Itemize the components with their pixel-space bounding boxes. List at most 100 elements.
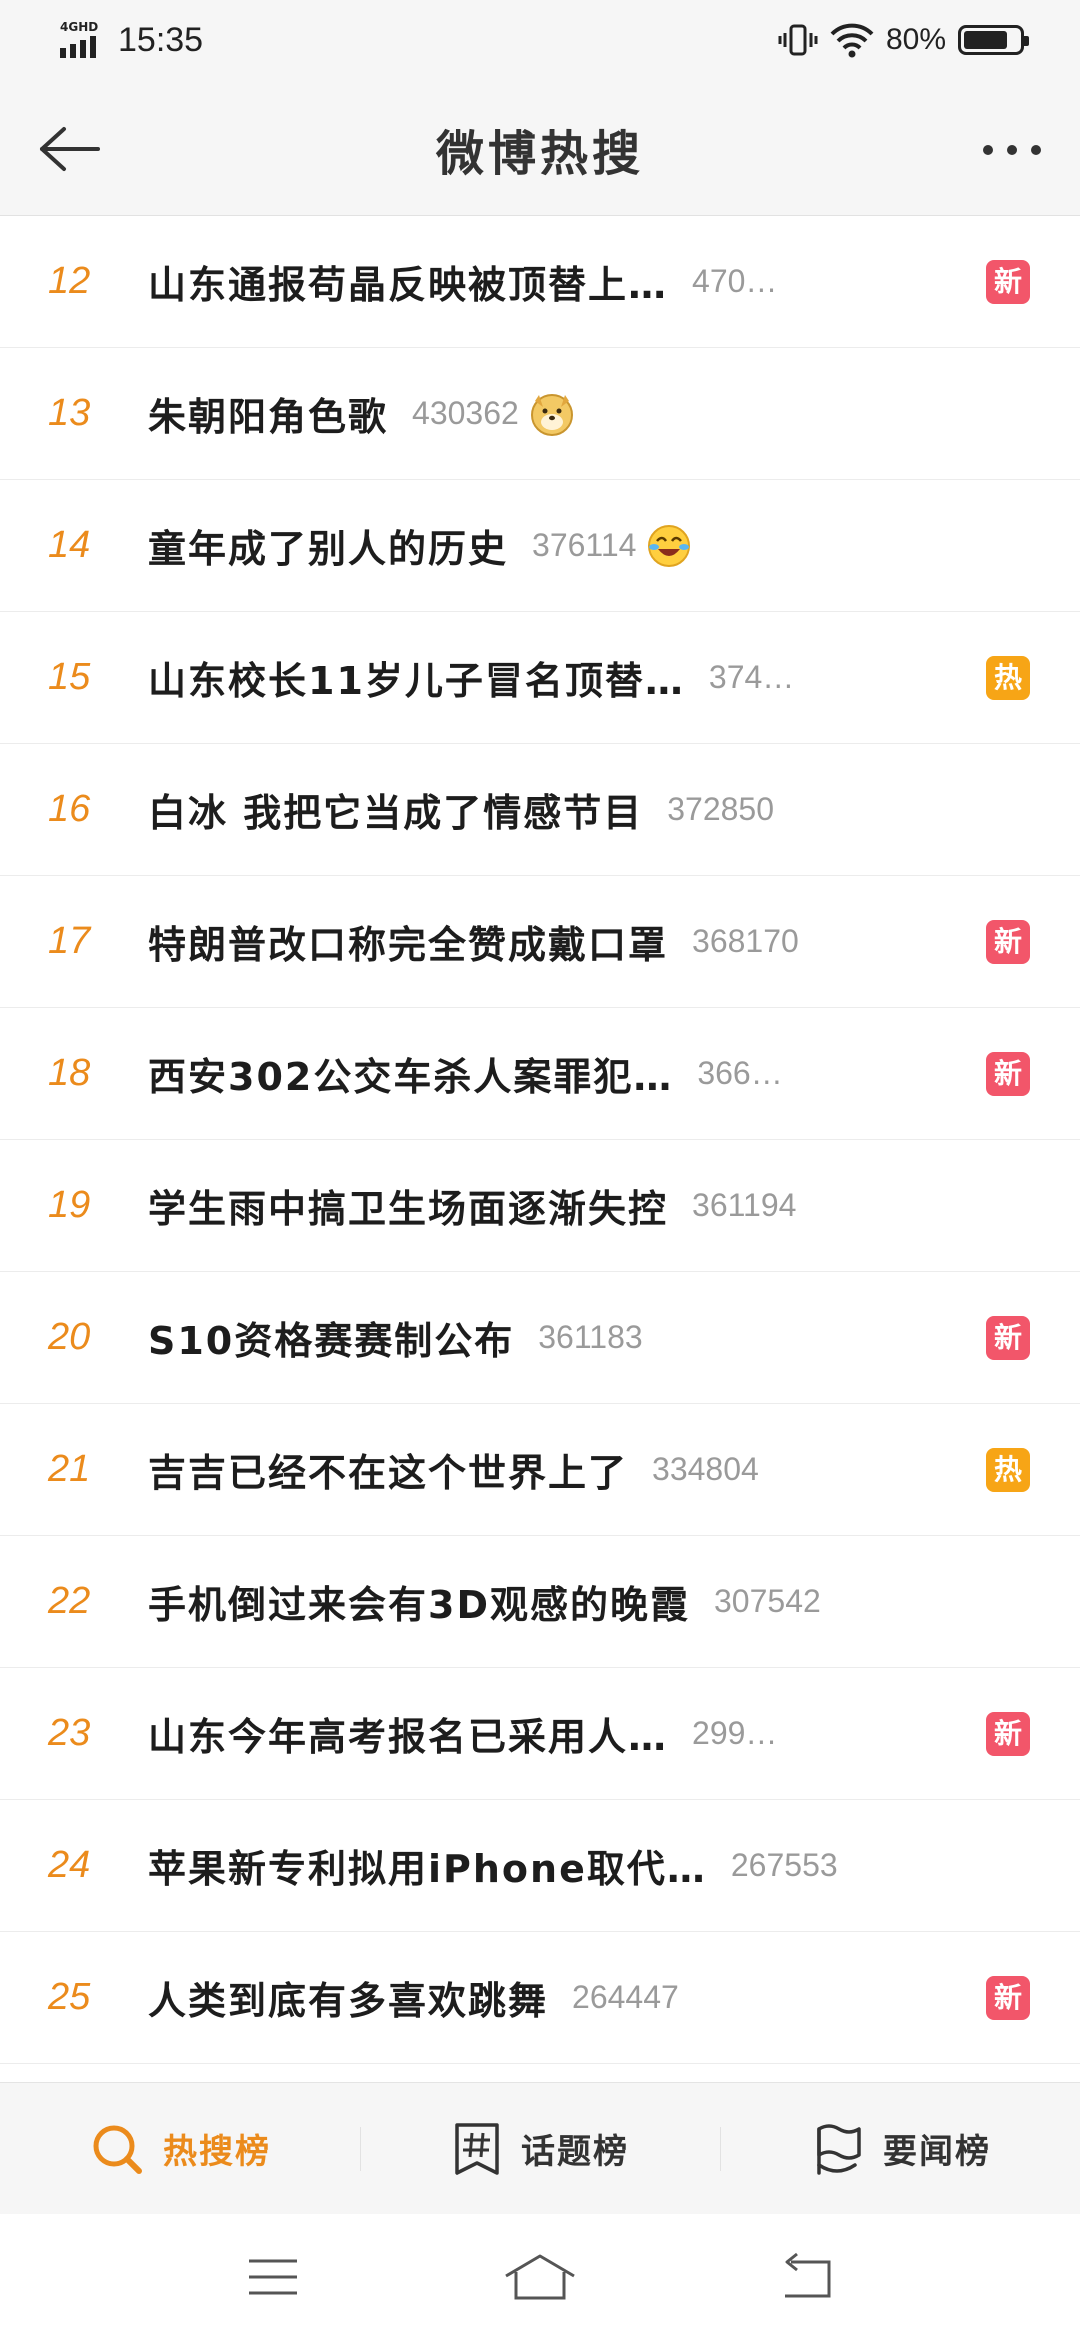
- search-count: 264447: [572, 1979, 679, 2015]
- topic-title: S10资格赛赛制公布: [148, 1319, 515, 1363]
- search-count: 267553: [730, 1847, 838, 1883]
- row-body: 童年成了别人的历史 376114: [148, 480, 1040, 611]
- hot-badge: 热: [986, 1447, 1030, 1492]
- row-body: 吉吉已经不在这个世界上了 334804: [148, 1404, 1040, 1535]
- tab-label: 要闻榜: [883, 2132, 991, 2172]
- hot-search-row[interactable]: 15 山东校长11岁儿子冒名顶替… 374… 热: [0, 612, 1080, 744]
- more-button[interactable]: [972, 118, 1052, 182]
- search-count: 374…: [708, 659, 795, 695]
- search-count: 366…: [697, 1055, 783, 1091]
- search-count: 368170: [692, 923, 799, 959]
- hot-search-row[interactable]: 12 山东通报苟晶反映被顶替上… 470… 新: [0, 216, 1080, 348]
- signal-icon: 4GHD: [58, 20, 106, 60]
- hot-search-row[interactable]: 25 人类到底有多喜欢跳舞 264447 新: [0, 1932, 1080, 2064]
- vibrate-icon: [778, 24, 818, 56]
- rank-number: 12: [48, 260, 91, 302]
- rank-number: 14: [48, 524, 91, 566]
- topic-title: 学生雨中搞卫生场面逐渐失控: [148, 1187, 669, 1231]
- hot-search-row[interactable]: 24 苹果新专利拟用iPhone取代… 267553: [0, 1800, 1080, 1932]
- hot-search-row[interactable]: 13 朱朝阳角色歌 430362: [0, 348, 1080, 480]
- search-count: 361183: [538, 1319, 643, 1355]
- topic-title: 手机倒过来会有3D观感的晚霞: [148, 1583, 690, 1627]
- row-body: 特朗普改口称完全赞成戴口罩 368170: [148, 876, 1040, 1007]
- new-badge: 新: [986, 1315, 1030, 1360]
- topic-title: 山东通报苟晶反映被顶替上…: [148, 263, 669, 307]
- more-dots-icon: [983, 145, 1041, 155]
- rank-number: 23: [48, 1712, 91, 1754]
- hot-search-row[interactable]: 20 S10资格赛赛制公布 361183 新: [0, 1272, 1080, 1404]
- rank-number: 17: [48, 920, 91, 962]
- row-body: 苹果新专利拟用iPhone取代… 267553: [148, 1800, 1040, 1931]
- hot-search-row[interactable]: 19 学生雨中搞卫生场面逐渐失控 361194: [0, 1140, 1080, 1272]
- status-right: 80%: [778, 18, 1029, 62]
- search-count: 430362: [412, 395, 519, 431]
- home-icon: [505, 2254, 575, 2300]
- search-count: 307542: [714, 1583, 821, 1619]
- rank-number: 21: [48, 1448, 91, 1490]
- hot-search-row[interactable]: 18 西安302公交车杀人案罪犯… 366… 新: [0, 1008, 1080, 1140]
- row-body: 白冰 我把它当成了情感节目 372850: [148, 744, 1040, 875]
- doge-emoji: [530, 393, 573, 436]
- home-button[interactable]: [490, 2237, 590, 2317]
- wifi-icon: [830, 23, 874, 58]
- app-header: 微博热搜: [0, 80, 1080, 216]
- row-body: 山东校长11岁儿子冒名顶替… 374…: [148, 612, 1040, 743]
- rank-number: 22: [48, 1580, 91, 1622]
- hot-search-row[interactable]: 21 吉吉已经不在这个世界上了 334804 热: [0, 1404, 1080, 1536]
- signal-bars: [60, 36, 100, 58]
- search-count: 372850: [667, 791, 775, 827]
- battery-icon: [958, 25, 1029, 55]
- battery-percent: 80%: [885, 23, 946, 56]
- topic-title: 特朗普改口称完全赞成戴口罩: [148, 923, 669, 967]
- new-badge: 新: [986, 919, 1030, 964]
- search-count: 376114: [532, 527, 637, 563]
- status-time: 15:35: [118, 20, 204, 59]
- flag-icon: [817, 2123, 861, 2175]
- rank-number: 20: [48, 1316, 91, 1358]
- topic-title: 山东今年高考报名已采用人…: [148, 1715, 669, 1759]
- hashtag-icon: [455, 2122, 499, 2175]
- battery-fill: [964, 31, 1008, 49]
- rank-number: 24: [48, 1844, 91, 1886]
- status-left: 4GHD 15:35: [58, 18, 203, 62]
- menu-button[interactable]: [223, 2237, 323, 2317]
- menu-icon: [249, 2259, 298, 2295]
- hot-search-row[interactable]: 22 手机倒过来会有3D观感的晚霞 307542: [0, 1536, 1080, 1668]
- row-body: 手机倒过来会有3D观感的晚霞 307542: [148, 1536, 1040, 1667]
- topic-title: 吉吉已经不在这个世界上了: [148, 1451, 629, 1495]
- back-nav-button[interactable]: [757, 2237, 857, 2317]
- bottom-tab-bar: 热搜榜 话题榜 要闻榜: [0, 2082, 1080, 2214]
- row-body: 山东今年高考报名已采用人… 299…: [148, 1668, 1040, 1799]
- hot-search-row[interactable]: 23 山东今年高考报名已采用人… 299… 新: [0, 1668, 1080, 1800]
- page-title: 微博热搜: [435, 126, 644, 182]
- rank-number: 13: [48, 392, 91, 434]
- search-count: 334804: [652, 1451, 759, 1487]
- new-badge: 新: [986, 1975, 1030, 2020]
- row-body: 人类到底有多喜欢跳舞 264447: [148, 1932, 1040, 2063]
- system-nav-bar: [0, 2214, 1080, 2340]
- row-body: 朱朝阳角色歌 430362: [148, 348, 1040, 479]
- row-body: 学生雨中搞卫生场面逐渐失控 361194: [148, 1140, 1040, 1271]
- search-count: 299…: [692, 1715, 778, 1751]
- tab-hot-search[interactable]: 热搜榜: [0, 2083, 360, 2214]
- row-body: 山东通报苟晶反映被顶替上… 470…: [148, 216, 1040, 347]
- topic-title: 人类到底有多喜欢跳舞: [148, 1979, 549, 2023]
- tab-topics[interactable]: 话题榜: [360, 2083, 720, 2214]
- search-magnifier-icon: [93, 2125, 142, 2174]
- new-badge: 新: [986, 1051, 1030, 1096]
- rank-number: 15: [48, 656, 91, 698]
- row-body: S10资格赛赛制公布 361183: [148, 1272, 1040, 1403]
- search-count: 361194: [692, 1187, 797, 1223]
- search-count: 470…: [692, 263, 778, 299]
- back-nav-icon: [784, 2252, 831, 2298]
- new-badge: 新: [986, 259, 1030, 304]
- new-badge: 新: [986, 1711, 1030, 1756]
- hot-search-list: 12 山东通报苟晶反映被顶替上… 470… 新 13 朱朝阳角色歌 430362…: [0, 216, 1080, 2082]
- tab-label: 热搜榜: [163, 2132, 271, 2172]
- topic-title: 山东校长11岁儿子冒名顶替…: [148, 659, 685, 703]
- hot-search-row[interactable]: 14 童年成了别人的历史 376114: [0, 480, 1080, 612]
- tab-label: 话题榜: [521, 2132, 629, 2172]
- hot-search-row[interactable]: 17 特朗普改口称完全赞成戴口罩 368170 新: [0, 876, 1080, 1008]
- tab-news[interactable]: 要闻榜: [720, 2083, 1080, 2214]
- hot-search-row[interactable]: 16 白冰 我把它当成了情感节目 372850: [0, 744, 1080, 876]
